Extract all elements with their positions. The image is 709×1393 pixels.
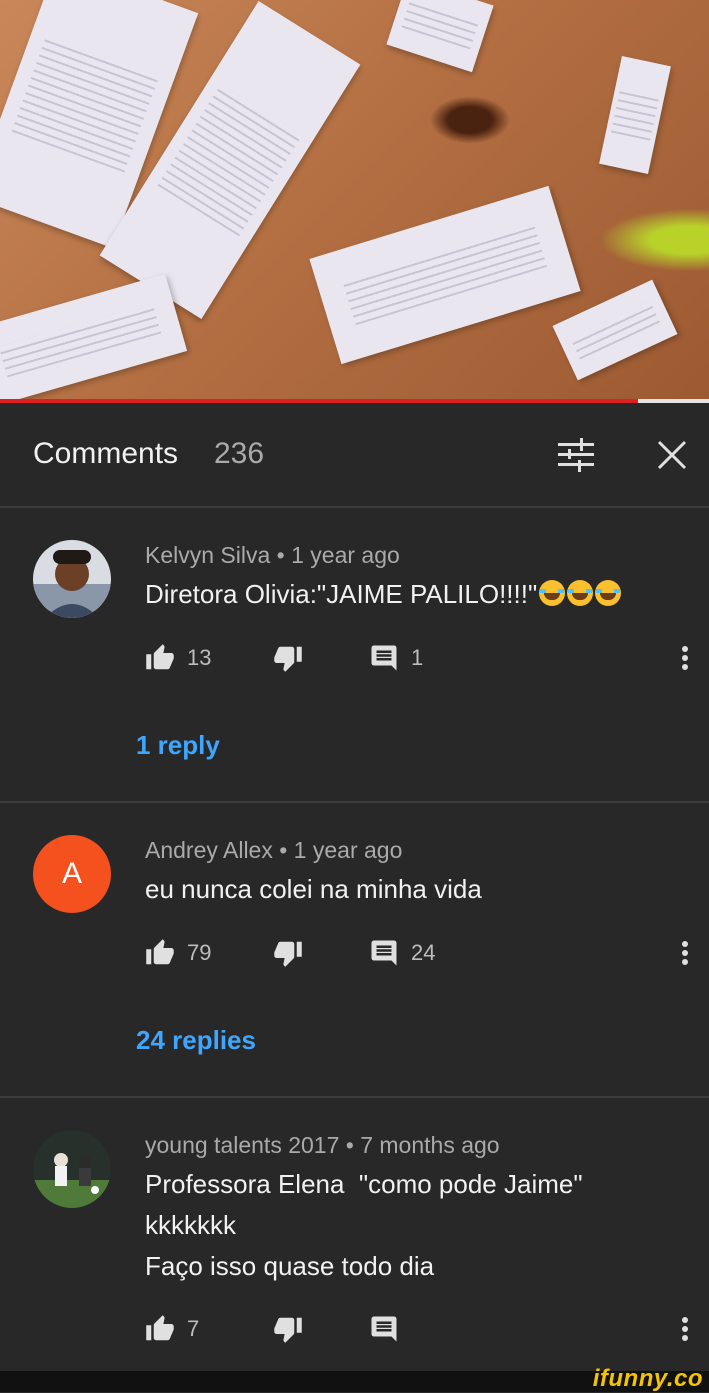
comment-text: eu nunca colei na minha vida (145, 869, 482, 910)
avatar-photo (33, 1130, 111, 1208)
avatar[interactable] (33, 540, 111, 618)
comment-icon (371, 940, 397, 966)
comment-line: Faço isso quase todo dia (145, 1251, 435, 1281)
dislike-button[interactable] (273, 1309, 303, 1349)
comment-meta: Andrey Allex • 1 year ago (145, 837, 403, 863)
comments-title: Comments (33, 437, 179, 470)
video-frame-paper (0, 273, 188, 399)
thumb-down-icon (274, 646, 302, 672)
like-count: 13 (187, 645, 212, 670)
sort-filter-icon[interactable] (556, 435, 596, 475)
more-options-button[interactable] (675, 638, 695, 678)
reply-button[interactable]: 1 (369, 638, 423, 678)
comment-line: kkkkkkk (145, 1210, 236, 1240)
video-frame-paper (386, 0, 494, 73)
comment-meta: young talents 2017 • 7 months ago (145, 1132, 500, 1158)
divider (0, 506, 709, 508)
divider (0, 1096, 709, 1098)
more-options-button[interactable] (675, 933, 695, 973)
video-frame-paper (309, 185, 581, 365)
more-vert-icon (682, 646, 688, 670)
comment-meta: Kelvyn Silva • 1 year ago (145, 542, 400, 568)
comment-line: Diretora Olivia:"JAIME PALILO!!!!" (145, 579, 538, 609)
comment-actions: 79 24 (145, 933, 695, 973)
more-options-button[interactable] (675, 1309, 695, 1349)
avatar[interactable] (33, 1130, 111, 1208)
comment-icon (371, 1316, 397, 1342)
more-vert-icon (682, 1317, 688, 1341)
comment-text: Professora Elena "como pode Jaime" kkkkk… (145, 1164, 583, 1287)
thumb-up-icon (146, 1315, 174, 1341)
reply-count: 1 (411, 645, 424, 670)
video-frame-paper (599, 56, 671, 174)
avatar-photo (33, 540, 111, 618)
close-icon[interactable] (652, 435, 692, 475)
laughing-emoji-icon (595, 580, 622, 606)
laughing-emoji-icon (567, 580, 594, 606)
video-player[interactable] (0, 0, 709, 399)
more-vert-icon (682, 941, 688, 965)
reply-button[interactable]: 24 (369, 933, 435, 973)
thumb-up-icon (146, 939, 174, 965)
divider (0, 801, 709, 803)
comment-icon (371, 645, 397, 671)
comment-actions: 13 1 (145, 638, 695, 678)
comments-header: Comments 236 (0, 403, 709, 507)
dislike-button[interactable] (273, 638, 303, 678)
thumb-down-icon (274, 1317, 302, 1343)
like-button[interactable]: 13 (145, 638, 211, 678)
footer-bar: ifunny.co (0, 1365, 709, 1392)
video-frame-paper (552, 279, 678, 381)
like-count: 79 (187, 940, 212, 965)
avatar[interactable]: A (33, 835, 111, 913)
comment-actions: 7 (145, 1309, 695, 1349)
view-replies-link[interactable]: 24 replies (136, 1025, 256, 1056)
view-replies-link[interactable]: 1 reply (136, 730, 220, 761)
reply-count: 24 (411, 940, 436, 965)
thumb-up-icon (146, 644, 174, 670)
like-count: 7 (187, 1316, 200, 1341)
reply-button[interactable] (369, 1309, 411, 1349)
comment-text: Diretora Olivia:"JAIME PALILO!!!!" (145, 574, 622, 615)
comments-count: 236 (214, 437, 265, 470)
thumb-down-icon (274, 941, 302, 967)
laughing-emoji-icon (539, 580, 566, 606)
like-button[interactable]: 79 (145, 933, 211, 973)
comment-line: Professora Elena "como pode Jaime" (145, 1169, 583, 1199)
comment-line: eu nunca colei na minha vida (145, 874, 482, 904)
like-button[interactable]: 7 (145, 1309, 199, 1349)
dislike-button[interactable] (273, 933, 303, 973)
watermark-logo: ifunny.co (592, 1365, 703, 1392)
